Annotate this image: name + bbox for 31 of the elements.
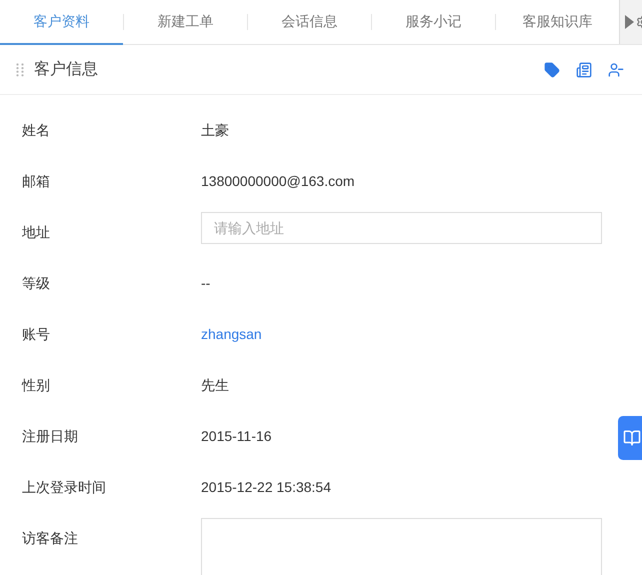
field-label: 账号 <box>21 325 51 344</box>
user-minus-icon[interactable] <box>608 62 624 78</box>
field-label: 等级 <box>21 274 51 293</box>
tab[interactable]: 客户资料 <box>0 0 123 44</box>
field-label: 性别 <box>20 376 51 395</box>
field-label: 上次登录时间 <box>21 478 107 497</box>
remark-field[interactable] <box>201 518 602 575</box>
address-field[interactable]: 请输入地址 <box>201 212 602 244</box>
field-value: 先生 <box>201 376 229 395</box>
field-label: 姓名 <box>21 121 51 140</box>
field-value: 13800000000@163.com <box>201 172 355 191</box>
field-value: -- <box>201 274 210 293</box>
play-icon[interactable] <box>625 15 634 29</box>
tab[interactable]: 会话信息 <box>248 0 371 44</box>
list-icon[interactable] <box>576 62 592 78</box>
panel-title: 客户信息 <box>34 60 98 80</box>
field-label: 访客备注 <box>21 529 79 548</box>
field-value: 2015-12-22 15:38:54 <box>201 478 331 497</box>
field-label: 地址 <box>21 223 51 242</box>
tab[interactable]: 客服知识库 <box>496 0 619 44</box>
book-icon <box>623 429 641 447</box>
field-value: 2015-11-16 <box>201 427 272 446</box>
tag-icon[interactable] <box>544 62 560 78</box>
field-value: 土豪 <box>201 121 229 140</box>
tab[interactable]: 服务小记 <box>372 0 495 44</box>
tab[interactable]: 新建工单 <box>124 0 247 44</box>
field-label: 注册日期 <box>21 427 79 446</box>
field-label: 邮箱 <box>21 172 51 191</box>
knowledge-button[interactable] <box>618 416 642 460</box>
account-link[interactable]: zhangsan <box>201 308 262 345</box>
drag-handle-icon[interactable] <box>16 62 24 76</box>
